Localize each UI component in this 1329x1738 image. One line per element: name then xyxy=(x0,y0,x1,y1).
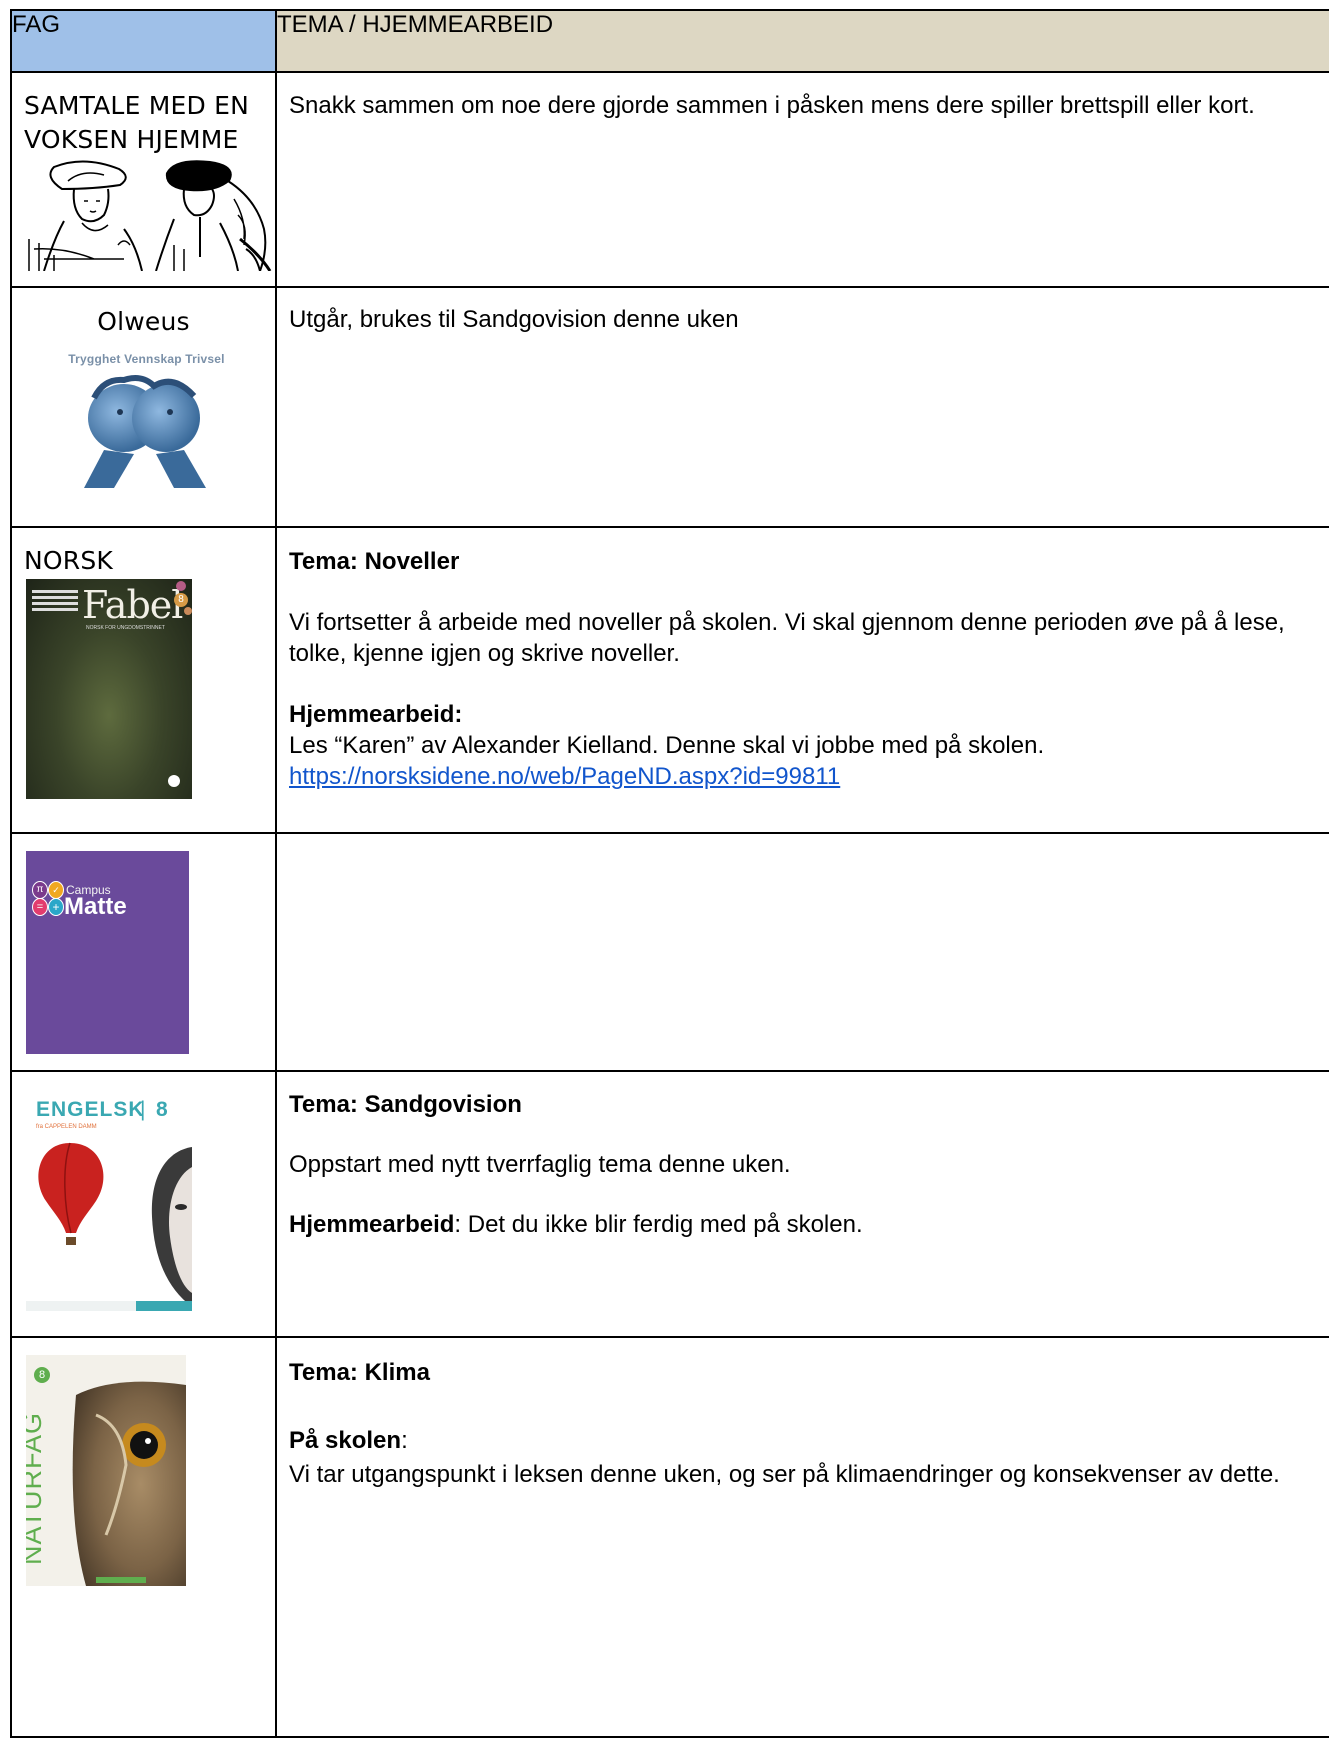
matte-logo-icon: π ✓ = + xyxy=(32,881,64,916)
naturfag-title: NATURFAG xyxy=(26,1411,48,1566)
engelsk-homework-label: Hjemmearbeid xyxy=(289,1211,455,1238)
naturfag-theme: Tema: Klima xyxy=(289,1359,430,1386)
header-row: FAG TEMA / HJEMMEARBEID xyxy=(10,9,1329,73)
balloon-and-face-image xyxy=(26,1142,192,1311)
table-row: 8 NATURFAG Tema: Klima På skolen: Vi tar… xyxy=(10,1336,1329,1738)
engelsk-book-cover: ENGELSK | 8 fra CAPPELEN DAMM xyxy=(26,1082,192,1317)
engelsk-theme: Tema: Sandgovision xyxy=(289,1091,522,1118)
naturfag-school-label: På skolen xyxy=(289,1427,402,1454)
header-fag: FAG xyxy=(10,9,277,73)
fabel-authors xyxy=(32,587,78,621)
subject-cell: 8 NATURFAG xyxy=(10,1336,277,1738)
matte-title: Matte xyxy=(64,893,127,920)
subject-label: SAMTALE MED EN VOKSEN HJEMME xyxy=(24,91,249,154)
olweus-text: Utgår, brukes til Sandgovision denne uke… xyxy=(289,306,739,333)
olweus-caption: Trygghet Vennskap Trivsel xyxy=(68,352,225,366)
norsk-paragraph: Vi fortsetter å arbeide med noveller på … xyxy=(289,609,1285,667)
content-cell: Tema: Klima På skolen: Vi tar utgangspun… xyxy=(275,1336,1329,1738)
norsk-homework-label: Hjemmearbeid: xyxy=(289,701,463,728)
subject-cell: NORSK Fabel 8 NORSK FOR UNGDOMSTRINNET xyxy=(10,526,277,834)
content-cell: Utgår, brukes til Sandgovision denne uke… xyxy=(275,286,1329,528)
engelsk-publisher: fra CAPPELEN DAMM xyxy=(36,1124,97,1130)
content-cell: Tema: Sandgovision Oppstart med nytt tve… xyxy=(275,1070,1329,1338)
owl-image xyxy=(72,1381,186,1586)
fabel-level: 8 xyxy=(174,593,188,607)
fabel-title: Fabel xyxy=(82,583,183,627)
content-cell: Snakk sammen om noe dere gjorde sammen i… xyxy=(275,71,1329,288)
subject-cell: Olweus Trygghet Vennskap Trivsel xyxy=(10,286,277,528)
subject-label: NORSK xyxy=(24,546,114,575)
table-row: Olweus Trygghet Vennskap Trivsel Utgår, … xyxy=(10,286,1329,528)
subject-cell: SAMTALE MED EN VOKSEN HJEMME xyxy=(10,71,277,288)
engelsk-level: 8 xyxy=(156,1098,168,1121)
fabel-subtitle: NORSK FOR UNGDOMSTRINNET xyxy=(86,625,165,631)
engelsk-homework-text: : Det du ikke blir ferdig med på skolen. xyxy=(454,1211,863,1238)
subject-label: Olweus xyxy=(97,307,190,336)
table-row: NORSK Fabel 8 NORSK FOR UNGDOMSTRINNET T… xyxy=(10,526,1329,834)
engelsk-divider: | xyxy=(140,1098,146,1121)
plan-table: FAG TEMA / HJEMMEARBEID SAMTALE MED EN V… xyxy=(10,9,1329,1738)
subject-cell: ENGELSK | 8 fra CAPPELEN DAMM xyxy=(10,1070,277,1338)
two-ladies-drawing-image xyxy=(28,160,272,271)
naturfag-book-cover: 8 NATURFAG xyxy=(26,1355,186,1586)
norsk-link[interactable]: https://norsksidene.no/web/PageND.aspx?i… xyxy=(289,763,840,790)
table-row: ENGELSK | 8 fra CAPPELEN DAMM Tema: Sand… xyxy=(10,1070,1329,1338)
table-row: π ✓ = + Campus Matte xyxy=(10,832,1329,1072)
norsk-homework-text: Les “Karen” av Alexander Kielland. Denne… xyxy=(289,732,1045,759)
olweus-logo-image: Trygghet Vennskap Trivsel xyxy=(24,352,269,492)
fabel-book-cover: Fabel 8 NORSK FOR UNGDOMSTRINNET xyxy=(26,579,192,799)
table-row: SAMTALE MED EN VOKSEN HJEMME Snakk samme… xyxy=(10,71,1329,288)
content-cell: Tema: Noveller Vi fortsetter å arbeide m… xyxy=(275,526,1329,834)
subject-cell: π ✓ = + Campus Matte xyxy=(10,832,277,1072)
two-faces-icon xyxy=(84,375,206,488)
engelsk-paragraph: Oppstart med nytt tverrfaglig tema denne… xyxy=(289,1151,791,1178)
naturfag-school-colon: : xyxy=(401,1427,408,1454)
norsk-theme: Tema: Noveller xyxy=(289,548,460,575)
header-tema: TEMA / HJEMMEARBEID xyxy=(275,9,1329,73)
content-cell xyxy=(275,832,1329,1072)
conversation-text: Snakk sammen om noe dere gjorde sammen i… xyxy=(289,92,1255,119)
naturfag-level: 8 xyxy=(34,1367,50,1383)
campus-matte-book-cover: π ✓ = + Campus Matte xyxy=(26,851,189,1054)
engelsk-title: ENGELSK xyxy=(36,1098,145,1121)
naturfag-paragraph: Vi tar utgangspunkt i leksen denne uken,… xyxy=(289,1461,1280,1488)
